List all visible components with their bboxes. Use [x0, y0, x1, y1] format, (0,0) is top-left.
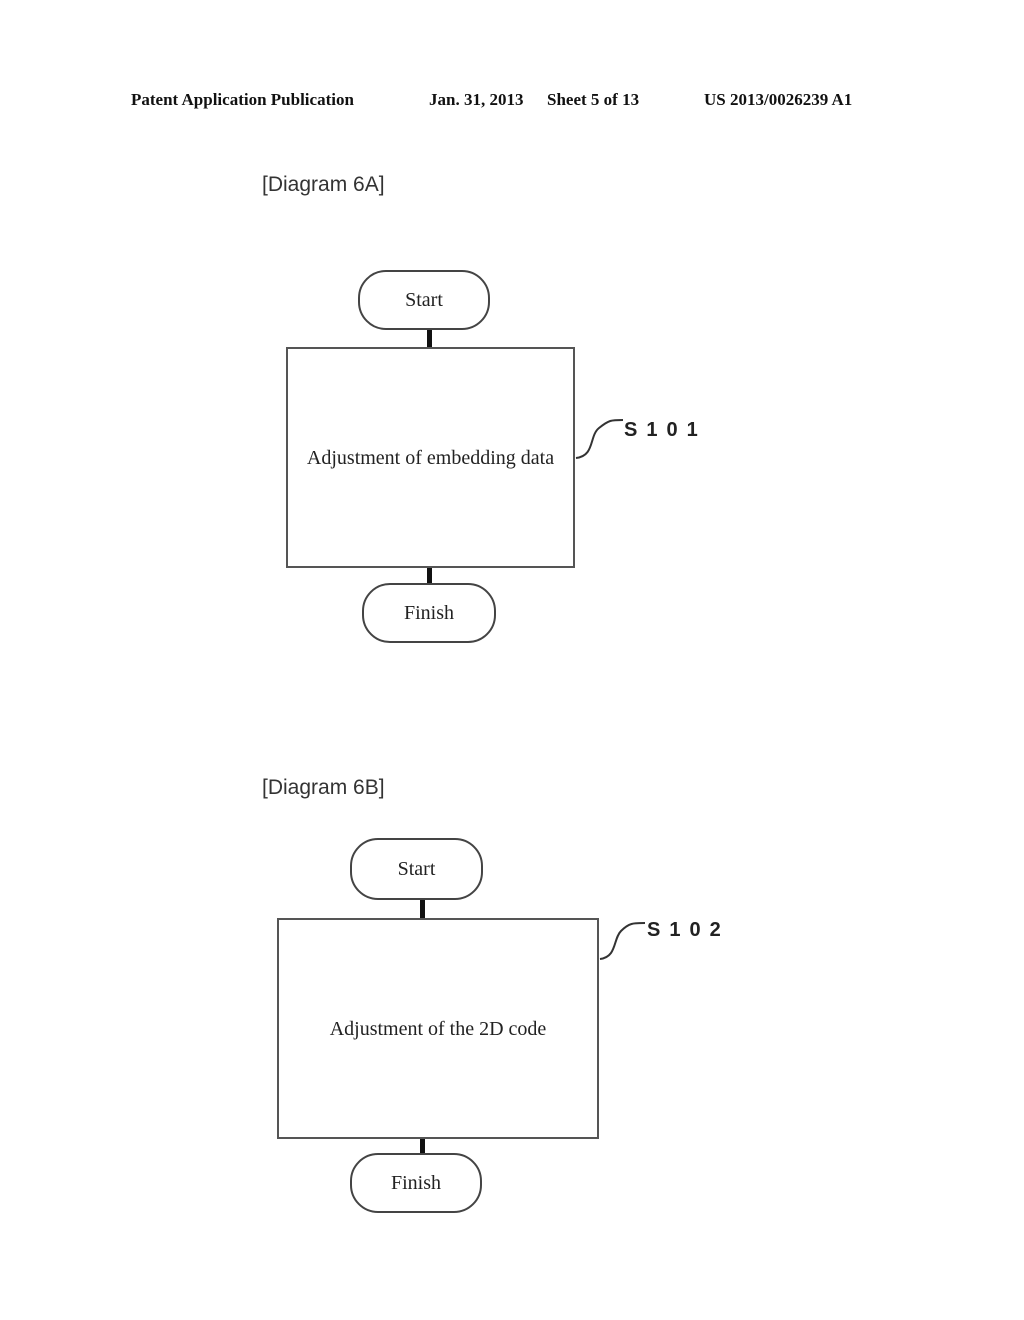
leader-line	[575, 419, 624, 459]
page-header: Patent Application Publication Jan. 31, …	[0, 90, 1024, 114]
step-reference: S102	[647, 919, 730, 941]
diagram-label: [Diagram 6A]	[262, 173, 385, 196]
flow-connector	[420, 1139, 425, 1154]
process-text: Adjustment of embedding data	[306, 446, 555, 469]
publication-title: Patent Application Publication	[131, 90, 354, 109]
flow-connector	[427, 330, 432, 348]
step-reference: S101	[624, 419, 707, 441]
process-text: Adjustment of the 2D code	[329, 1017, 547, 1040]
finish-terminal: Finish	[350, 1153, 482, 1213]
process-box: Adjustment of embedding data	[286, 347, 575, 568]
start-terminal: Start	[350, 838, 483, 900]
finish-terminal: Finish	[362, 583, 496, 643]
diagram-label: [Diagram 6B]	[262, 776, 385, 799]
leader-line	[599, 922, 646, 960]
patent-number: US 2013/0026239 A1	[704, 90, 853, 109]
sheet-number: Sheet 5 of 13	[547, 90, 640, 109]
process-box: Adjustment of the 2D code	[277, 918, 599, 1139]
start-terminal: Start	[358, 270, 490, 330]
publication-date: Jan. 31, 2013	[429, 90, 524, 109]
flow-connector	[420, 900, 425, 919]
flow-connector	[427, 568, 432, 584]
